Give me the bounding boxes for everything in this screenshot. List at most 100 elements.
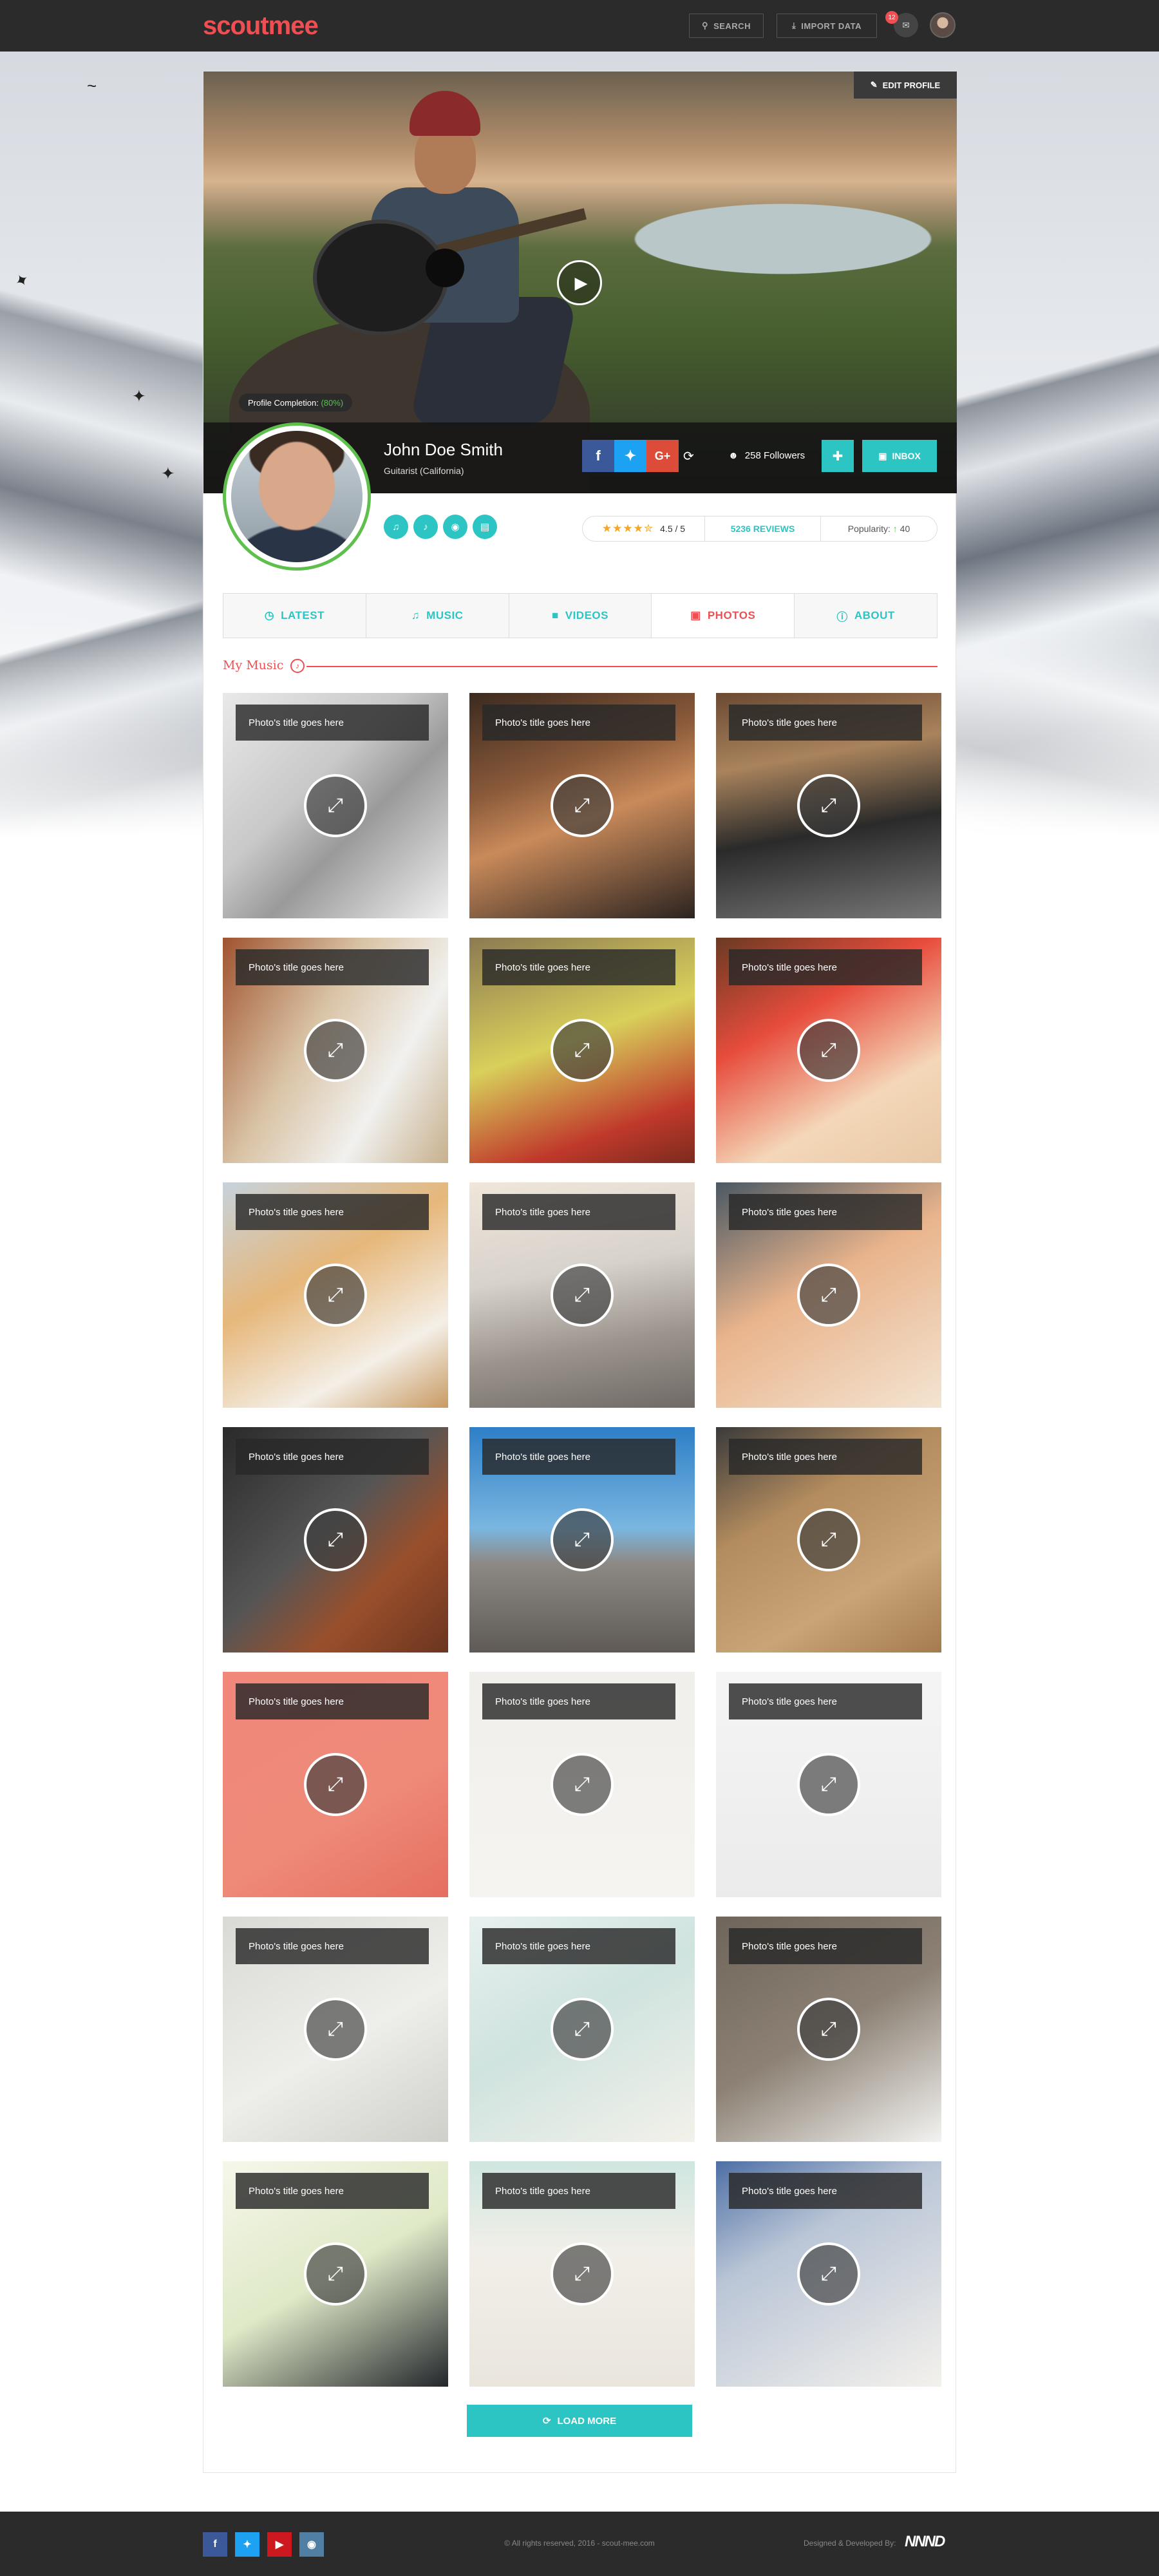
search-button[interactable]: ⚲ SEARCH bbox=[689, 14, 764, 38]
photo-item[interactable]: Photo's title goes here ⤢ bbox=[223, 1917, 448, 2142]
image-icon: ▣ bbox=[690, 609, 701, 621]
expand-icon[interactable]: ⤢ bbox=[304, 1998, 367, 2061]
photo-item[interactable]: Photo's title goes here ⤢ bbox=[223, 938, 448, 1163]
photo-item[interactable]: Photo's title goes here ⤢ bbox=[469, 2161, 695, 2387]
expand-icon[interactable]: ⤢ bbox=[797, 1508, 860, 1571]
expand-icon[interactable]: ⤢ bbox=[797, 1019, 860, 1082]
photo-item[interactable]: Photo's title goes here ⤢ bbox=[716, 1427, 941, 1653]
users-icon: ☻ bbox=[728, 450, 739, 461]
photo-item[interactable]: Photo's title goes here ⤢ bbox=[223, 1672, 448, 1897]
expand-icon[interactable]: ⤢ bbox=[304, 1753, 367, 1816]
photo-title: Photo's title goes here bbox=[482, 1683, 675, 1719]
photo-title: Photo's title goes here bbox=[729, 1194, 922, 1230]
profile-avatar[interactable] bbox=[223, 422, 371, 571]
bird-icon: ✦ bbox=[9, 269, 33, 292]
google-plus-button[interactable]: G+ bbox=[646, 440, 679, 472]
expand-icon[interactable]: ⤢ bbox=[797, 2242, 860, 2306]
photo-item[interactable]: Photo's title goes here ⤢ bbox=[223, 693, 448, 918]
expand-icon[interactable]: ⤢ bbox=[551, 774, 614, 837]
add-user-icon: ✚ bbox=[832, 449, 843, 464]
photo-item[interactable]: Photo's title goes here ⤢ bbox=[223, 2161, 448, 2387]
bird-icon: ~ bbox=[87, 76, 97, 95]
info-icon: ⓘ bbox=[836, 611, 848, 623]
quick-links: ♫ ♪ ◉ ▤ bbox=[384, 515, 497, 539]
photo-item[interactable]: Photo's title goes here ⤢ bbox=[469, 693, 695, 918]
tab-latest[interactable]: ◷ LATEST bbox=[223, 594, 366, 638]
completion-percent: (80%) bbox=[321, 397, 344, 408]
expand-icon[interactable]: ⤢ bbox=[304, 774, 367, 837]
developer-logo[interactable]: NNND bbox=[905, 2533, 945, 2551]
expand-icon[interactable]: ⤢ bbox=[304, 1508, 367, 1571]
expand-icon[interactable]: ⤢ bbox=[797, 1264, 860, 1327]
facebook-icon: f bbox=[596, 448, 601, 464]
play-video-button[interactable]: ▶ bbox=[557, 260, 602, 305]
follow-button[interactable]: ✚ bbox=[822, 440, 854, 472]
expand-icon[interactable]: ⤢ bbox=[797, 1753, 860, 1816]
rating: ★★★★✮ 4.5 / 5 bbox=[583, 516, 705, 541]
photo-item[interactable]: Photo's title goes here ⤢ bbox=[223, 1182, 448, 1408]
tab-music[interactable]: ♫ MUSIC bbox=[366, 594, 509, 638]
profile-completion: Profile Completion: (80%) bbox=[239, 393, 353, 412]
expand-icon[interactable]: ⤢ bbox=[551, 1508, 614, 1571]
expand-icon[interactable]: ⤢ bbox=[551, 1998, 614, 2061]
photo-item[interactable]: Photo's title goes here ⤢ bbox=[469, 1917, 695, 2142]
tab-photos[interactable]: ▣ PHOTOS bbox=[652, 594, 795, 638]
photo-item[interactable]: Photo's title goes here ⤢ bbox=[716, 938, 941, 1163]
photo-title: Photo's title goes here bbox=[729, 705, 922, 741]
expand-icon[interactable]: ⤢ bbox=[551, 1753, 614, 1816]
copyright: © All rights reserved, 2016 - scout-mee.… bbox=[504, 2539, 655, 2548]
load-more-button[interactable]: ⟳ LOAD MORE bbox=[467, 2405, 692, 2437]
search-button-label: SEARCH bbox=[713, 21, 751, 31]
expand-icon[interactable]: ⤢ bbox=[304, 1019, 367, 1082]
expand-icon[interactable]: ⤢ bbox=[304, 1264, 367, 1327]
profile-tabs: ◷ LATEST ♫ MUSIC ■ VIDEOS ▣ PHOTOS ⓘ ABO… bbox=[223, 593, 938, 638]
designed-by: Designed & Developed By: bbox=[804, 2539, 896, 2548]
photo-title: Photo's title goes here bbox=[236, 705, 429, 741]
facebook-button[interactable]: f bbox=[582, 440, 614, 472]
expand-icon[interactable]: ⤢ bbox=[797, 1998, 860, 2061]
expand-icon[interactable]: ⤢ bbox=[304, 2242, 367, 2306]
photo-title: Photo's title goes here bbox=[729, 949, 922, 985]
photo-item[interactable]: Photo's title goes here ⤢ bbox=[716, 693, 941, 918]
photo-item[interactable]: Photo's title goes here ⤢ bbox=[716, 2161, 941, 2387]
edit-profile-button[interactable]: ✎ EDIT PROFILE bbox=[854, 71, 957, 99]
clock-icon: ◷ bbox=[264, 609, 275, 621]
ticket-icon[interactable]: ▤ bbox=[473, 515, 497, 539]
section-title: My Music bbox=[223, 658, 284, 672]
expand-icon[interactable]: ⤢ bbox=[797, 774, 860, 837]
music-icon[interactable]: ♪ bbox=[413, 515, 438, 539]
photo-item[interactable]: Photo's title goes here ⤢ bbox=[716, 1672, 941, 1897]
inbox-button[interactable]: ▣ INBOX bbox=[862, 440, 937, 472]
import-data-button[interactable]: ⤓ IMPORT DATA bbox=[777, 14, 877, 38]
android-icon[interactable]: ◉ bbox=[443, 515, 467, 539]
photo-item[interactable]: Photo's title goes here ⤢ bbox=[716, 1917, 941, 2142]
music-icon: ♫ bbox=[411, 609, 420, 621]
user-avatar[interactable] bbox=[930, 12, 956, 38]
reviews-link[interactable]: 5236 REVIEWS bbox=[705, 516, 821, 541]
divider bbox=[306, 666, 938, 667]
logo[interactable]: scoutmee bbox=[203, 12, 319, 41]
expand-icon[interactable]: ⤢ bbox=[551, 1019, 614, 1082]
twitter-button[interactable]: ✦ bbox=[614, 440, 646, 472]
google-plus-icon: G+ bbox=[654, 449, 671, 462]
tab-about[interactable]: ⓘ ABOUT bbox=[795, 594, 937, 638]
expand-icon[interactable]: ⤢ bbox=[551, 1264, 614, 1327]
photo-item[interactable]: Photo's title goes here ⤢ bbox=[469, 1672, 695, 1897]
tab-videos[interactable]: ■ VIDEOS bbox=[509, 594, 652, 638]
photo-title: Photo's title goes here bbox=[236, 949, 429, 985]
photo-item[interactable]: Photo's title goes here ⤢ bbox=[469, 1182, 695, 1408]
share-icon: ⟳ bbox=[683, 450, 694, 464]
section-header: My Music ♪ bbox=[223, 654, 938, 677]
refresh-icon: ⟳ bbox=[542, 2416, 551, 2427]
photo-item[interactable]: Photo's title goes here ⤢ bbox=[223, 1427, 448, 1653]
photo-item[interactable]: Photo's title goes here ⤢ bbox=[469, 938, 695, 1163]
share-button[interactable]: ⟳ bbox=[683, 448, 694, 464]
video-icon: ■ bbox=[551, 609, 559, 621]
followers-count[interactable]: ☻ 258 Followers bbox=[728, 450, 805, 461]
photo-title: Photo's title goes here bbox=[482, 1194, 675, 1230]
headphones-icon[interactable]: ♫ bbox=[384, 515, 408, 539]
photo-item[interactable]: Photo's title goes here ⤢ bbox=[469, 1427, 695, 1653]
photo-item[interactable]: Photo's title goes here ⤢ bbox=[716, 1182, 941, 1408]
expand-icon[interactable]: ⤢ bbox=[551, 2242, 614, 2306]
profile-role: Guitarist (California) bbox=[384, 466, 464, 476]
